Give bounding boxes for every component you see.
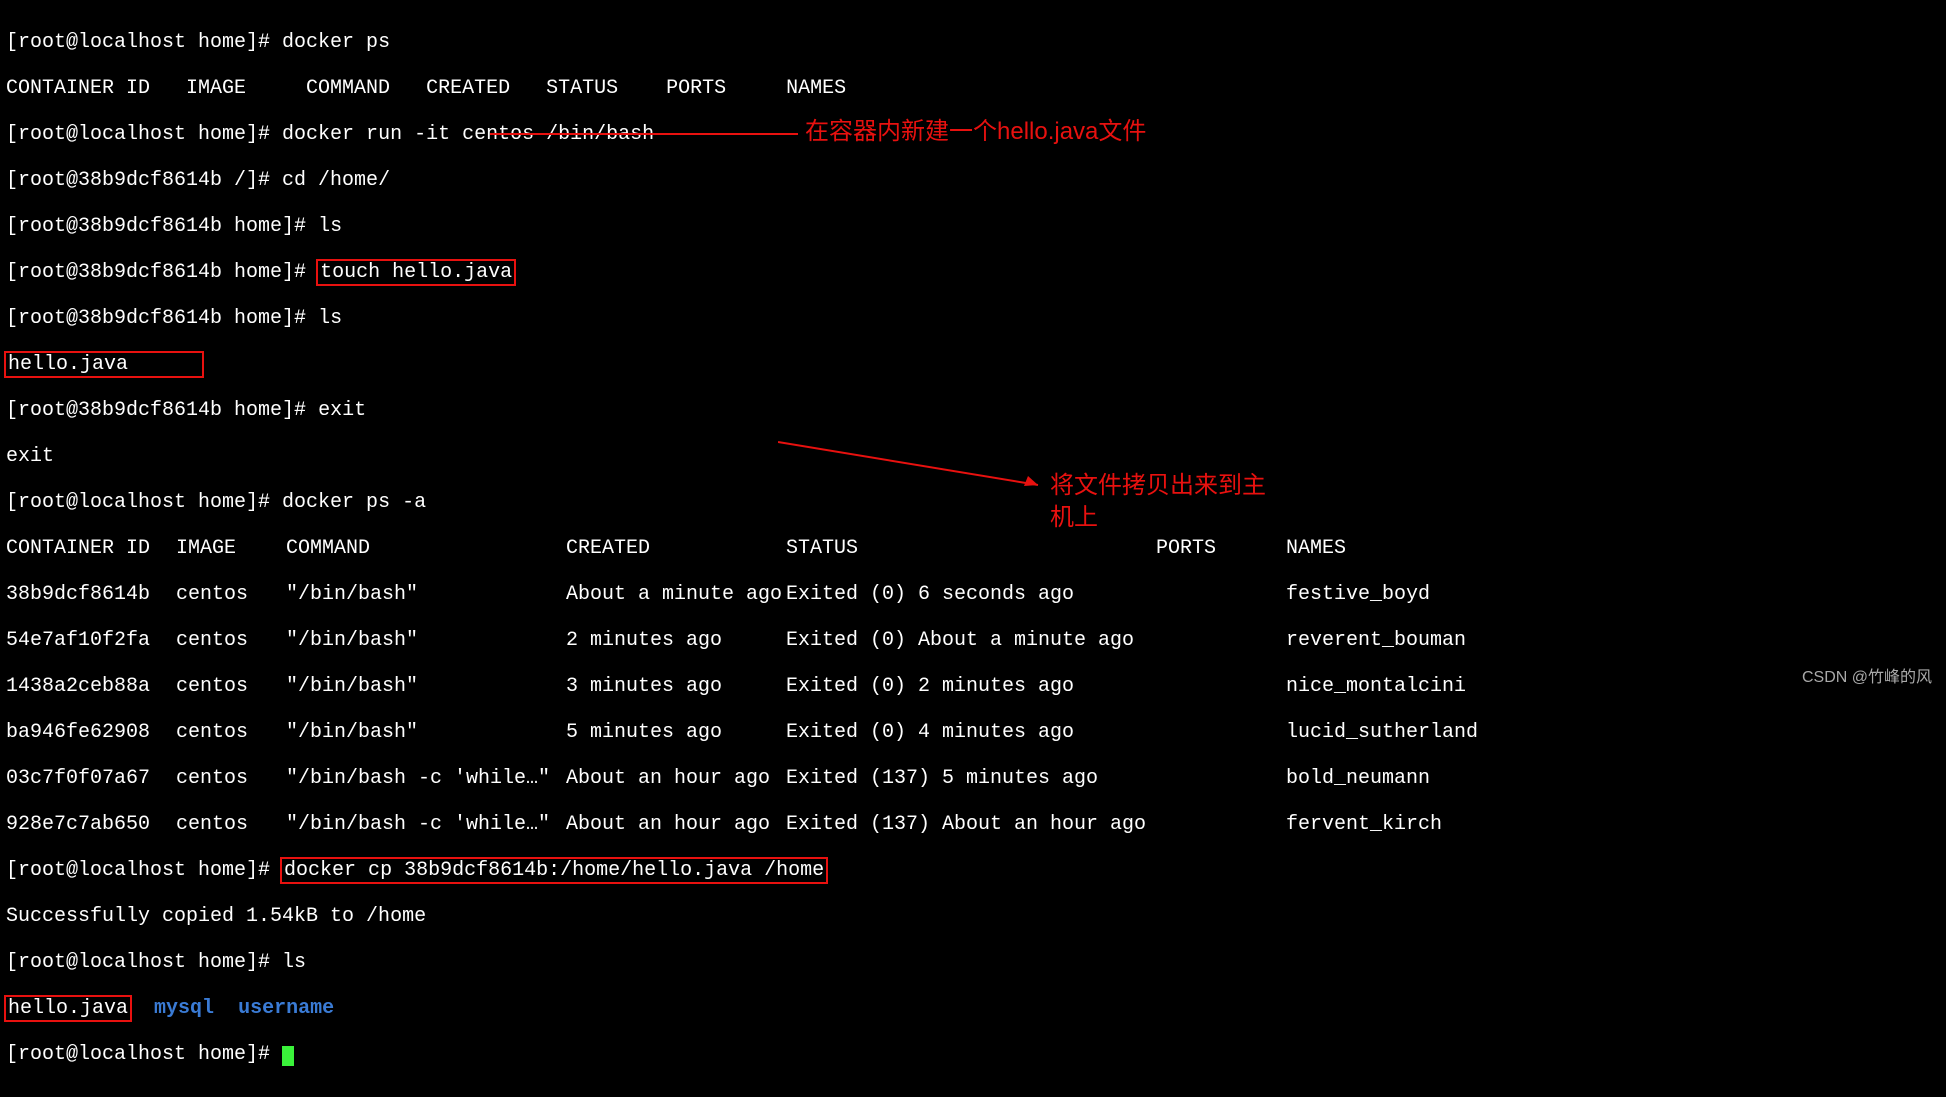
cell-image: centos: [176, 767, 286, 790]
cell-status: Exited (0) 6 seconds ago: [786, 583, 1156, 606]
hdr-image: IMAGE: [176, 537, 286, 560]
ps-a-header: CONTAINER IDIMAGECOMMANDCREATEDSTATUSPOR…: [6, 537, 1940, 560]
cell-created: 5 minutes ago: [566, 721, 786, 744]
prompt-local: [root@localhost home]#: [6, 1043, 282, 1066]
cell-status: Exited (137) 5 minutes ago: [786, 767, 1156, 790]
prompt-local: [root@localhost home]#: [6, 951, 282, 974]
dir-username: username: [238, 997, 334, 1020]
cmd-touch: touch hello.java: [320, 261, 512, 284]
cell-created: About an hour ago: [566, 767, 786, 790]
table-row: ba946fe62908centos"/bin/bash"5 minutes a…: [6, 721, 1940, 744]
cell-status: Exited (0) About a minute ago: [786, 629, 1156, 652]
table-row: 928e7c7ab650centos"/bin/bash -c 'while…"…: [6, 813, 1940, 836]
watermark: CSDN @竹峰的风: [1802, 666, 1932, 689]
highlight-docker-cp: docker cp 38b9dcf8614b:/home/hello.java …: [280, 857, 828, 884]
cell-names: lucid_sutherland: [1286, 721, 1478, 744]
prompt-container-home: [root@38b9dcf8614b home]#: [6, 215, 318, 238]
cell-created: 2 minutes ago: [566, 629, 786, 652]
cmd-docker-ps: docker ps: [282, 31, 390, 54]
output-hello-file-host: hello.java: [8, 997, 128, 1020]
table-row: 03c7f0f07a67centos"/bin/bash -c 'while…"…: [6, 767, 1940, 790]
cell-image: centos: [176, 721, 286, 744]
hdr-created: CREATED: [566, 537, 786, 560]
cell-names: bold_neumann: [1286, 767, 1430, 790]
prompt-container-home: [root@38b9dcf8614b home]#: [6, 399, 318, 422]
cell-id: 38b9dcf8614b: [6, 583, 176, 606]
prompt-local: [root@localhost home]#: [6, 123, 282, 146]
terminal-output: [root@localhost home]# docker ps CONTAIN…: [0, 0, 1946, 1097]
table-row: 38b9dcf8614bcentos"/bin/bash"About a min…: [6, 583, 1940, 606]
cmd-ls-2: ls: [318, 307, 342, 330]
annotation-cp-line2: 机上: [1050, 504, 1098, 531]
dir-mysql: mysql: [154, 997, 214, 1020]
highlight-hello-file: hello.java: [4, 351, 204, 378]
cell-cmd: "/bin/bash -c 'while…": [286, 767, 566, 790]
cursor[interactable]: [282, 1046, 294, 1066]
cell-names: reverent_bouman: [1286, 629, 1466, 652]
highlight-touch-cmd: touch hello.java: [316, 259, 516, 286]
connector-cp-arrow: [778, 430, 1048, 490]
hdr-command: COMMAND: [286, 537, 566, 560]
connector-touch: [490, 133, 798, 135]
cmd-ls-1: ls: [318, 215, 342, 238]
cell-created: About an hour ago: [566, 813, 786, 836]
hdr-container-id: CONTAINER ID: [6, 537, 176, 560]
cell-names: festive_boyd: [1286, 583, 1430, 606]
output-hello-file: hello.java: [8, 353, 128, 376]
cell-id: ba946fe62908: [6, 721, 176, 744]
cell-image: centos: [176, 629, 286, 652]
cell-cmd: "/bin/bash -c 'while…": [286, 813, 566, 836]
prompt-local: [root@localhost home]#: [6, 491, 282, 514]
prompt-local: [root@localhost home]#: [6, 31, 282, 54]
cell-image: centos: [176, 813, 286, 836]
cell-id: 928e7c7ab650: [6, 813, 176, 836]
prompt-local: [root@localhost home]#: [6, 859, 282, 882]
prompt-container-home: [root@38b9dcf8614b home]#: [6, 307, 318, 330]
cell-status: Exited (0) 4 minutes ago: [786, 721, 1156, 744]
table-row: 54e7af10f2facentos"/bin/bash"2 minutes a…: [6, 629, 1940, 652]
cell-id: 54e7af10f2fa: [6, 629, 176, 652]
cell-id: 03c7f0f07a67: [6, 767, 176, 790]
cell-cmd: "/bin/bash": [286, 583, 566, 606]
hdr-status: STATUS: [786, 537, 1156, 560]
cell-names: fervent_kirch: [1286, 813, 1442, 836]
highlight-hello-file-host: hello.java: [4, 995, 132, 1022]
cell-created: About a minute ago: [566, 583, 786, 606]
cmd-docker-ps-a: docker ps -a: [282, 491, 426, 514]
cell-status: Exited (137) About an hour ago: [786, 813, 1156, 836]
cmd-exit: exit: [318, 399, 366, 422]
cell-cmd: "/bin/bash": [286, 721, 566, 744]
prompt-container-root: [root@38b9dcf8614b /]#: [6, 169, 282, 192]
ps-header-empty: CONTAINER ID IMAGE COMMAND CREATED STATU…: [6, 77, 1940, 100]
prompt-container-home: [root@38b9dcf8614b home]#: [6, 261, 318, 284]
annotation-cp: 将文件拷贝出来到主 机上: [1050, 470, 1270, 534]
cmd-docker-cp: docker cp 38b9dcf8614b:/home/hello.java …: [284, 859, 824, 882]
annotation-cp-line1: 将文件拷贝出来到主: [1050, 472, 1266, 499]
output-copied: Successfully copied 1.54kB to /home: [6, 905, 1940, 928]
cmd-cd-home: cd /home/: [282, 169, 390, 192]
cell-image: centos: [176, 583, 286, 606]
hdr-ports: PORTS: [1156, 537, 1286, 560]
hdr-names: NAMES: [1286, 537, 1346, 560]
cell-cmd: "/bin/bash": [286, 629, 566, 652]
cmd-ls-3: ls: [282, 951, 306, 974]
annotation-touch: 在容器内新建一个hello.java文件: [805, 116, 1146, 148]
